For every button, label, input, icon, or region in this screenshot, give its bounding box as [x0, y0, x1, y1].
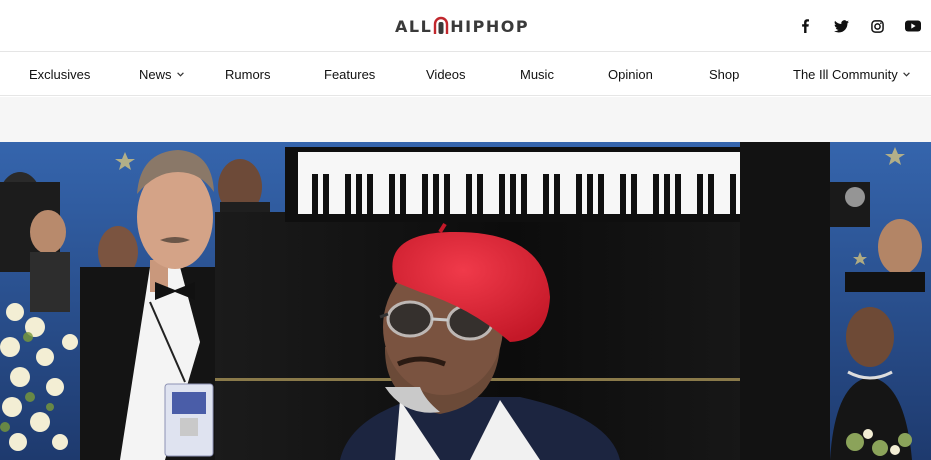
logo-text-right: HIPHOP: [450, 16, 530, 36]
nav-item-videos[interactable]: Videos: [426, 52, 466, 96]
piano-key: [510, 174, 516, 214]
facebook-icon[interactable]: [787, 14, 823, 38]
site-logo[interactable]: ALL HIPHOP: [395, 14, 529, 38]
piano-key: [367, 174, 373, 214]
social-links: [787, 14, 931, 38]
piano-key: [389, 174, 395, 214]
chevron-down-icon: [902, 71, 910, 77]
piano-key: [422, 174, 428, 214]
nav-item-label: News: [139, 66, 172, 82]
nav-item-music[interactable]: Music: [520, 52, 554, 96]
piano-key: [312, 174, 318, 214]
twitter-icon[interactable]: [823, 14, 859, 38]
nav-item-the-ill-community[interactable]: The Ill Community: [793, 52, 910, 96]
logo-text-left: ALL: [395, 16, 433, 36]
piano-key: [708, 174, 714, 214]
nav-item-label: Opinion: [608, 66, 653, 82]
piano-key: [620, 174, 626, 214]
nav-item-label: Features: [324, 66, 376, 82]
nav-item-features[interactable]: Features: [324, 52, 375, 96]
nav-item-label: Videos: [426, 66, 466, 82]
piano-key: [576, 174, 582, 214]
piano-key: [730, 174, 736, 214]
chevron-down-icon: [176, 71, 184, 77]
piano-key: [653, 174, 659, 214]
youtube-icon[interactable]: [895, 14, 931, 38]
instagram-icon[interactable]: [859, 14, 895, 38]
nav-item-label: Rumors: [225, 66, 271, 82]
main-nav: Exclusives News Rumors Features Videos M…: [0, 52, 931, 96]
nav-item-label: Music: [520, 66, 554, 82]
piano-key: [697, 174, 703, 214]
piano-key: [664, 174, 670, 214]
nav-item-label: Shop: [709, 66, 740, 82]
piano-key: [675, 174, 681, 214]
nav-item-shop[interactable]: Shop: [709, 52, 739, 96]
nav-item-news[interactable]: News: [139, 52, 184, 96]
piano-key: [400, 174, 406, 214]
piano-key: [631, 174, 637, 214]
nav-item-opinion[interactable]: Opinion: [608, 52, 653, 96]
microphone-icon: [433, 16, 449, 36]
piano-key: [477, 174, 483, 214]
nav-item-exclusives[interactable]: Exclusives: [29, 52, 90, 96]
nav-item-label: Exclusives: [29, 66, 91, 82]
site-header: ALL HIPHOP: [0, 0, 931, 52]
piano-key: [543, 174, 549, 214]
nav-item-rumors[interactable]: Rumors: [225, 52, 271, 96]
piano-key: [345, 174, 351, 214]
piano-key: [598, 174, 604, 214]
piano-key: [323, 174, 329, 214]
piano-key: [444, 174, 450, 214]
piano-key: [587, 174, 593, 214]
ad-placeholder: [0, 97, 931, 142]
piano-key: [554, 174, 560, 214]
piano-key: [521, 174, 527, 214]
piano-key: [433, 174, 439, 214]
piano-key: [499, 174, 505, 214]
piano-key: [356, 174, 362, 214]
hero-image[interactable]: [0, 142, 931, 460]
piano-key: [466, 174, 472, 214]
nav-item-label: The Ill Community: [793, 66, 898, 82]
